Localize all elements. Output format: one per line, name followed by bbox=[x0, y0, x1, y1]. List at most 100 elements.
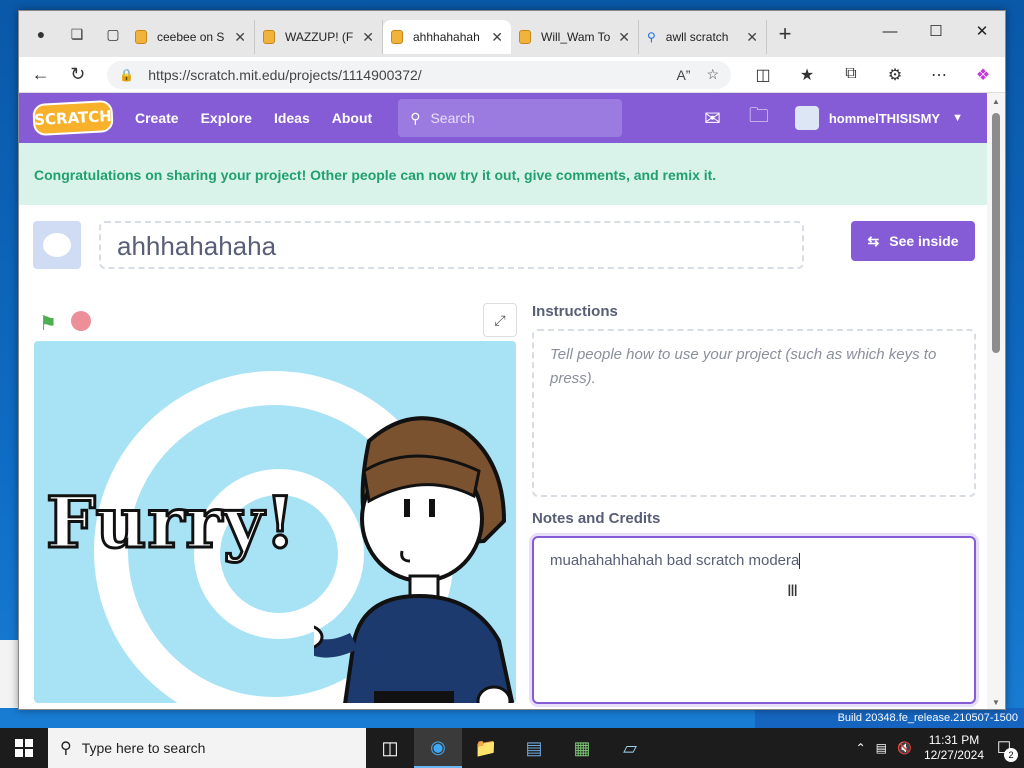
browser-toolbar: ◫ ★ ⧉ ⚙ ⋯ ❖ bbox=[741, 65, 1005, 85]
remix-arrows-icon: ⇆ bbox=[867, 232, 880, 249]
close-tab-icon[interactable]: ✕ bbox=[234, 29, 246, 46]
tab-will-wam[interactable]: Will_Wam To ✕ bbox=[511, 20, 639, 54]
tab-title: WAZZUP! (F bbox=[285, 30, 354, 44]
tab-ahhhahahah[interactable]: ahhhahahah ✕ bbox=[383, 20, 511, 54]
favorites-icon[interactable]: ★ bbox=[785, 65, 829, 85]
edge-browser-icon[interactable]: ◉ bbox=[414, 728, 462, 768]
taskbar: ⚲ Type here to search ◫ ◉ 📁 ▤ ▦ ▱ ⌃ ▤ 🔇 … bbox=[0, 728, 1024, 768]
file-explorer-icon[interactable]: 📁 bbox=[462, 728, 510, 768]
tab-wazzup[interactable]: WAZZUP! (F ✕ bbox=[255, 20, 383, 54]
tab-title: ahhhahahah bbox=[413, 30, 480, 44]
see-inside-button[interactable]: ⇆ See inside bbox=[851, 221, 975, 261]
clock-time: 11:31 PM bbox=[928, 733, 980, 747]
text-cursor-icon: Ⅲ bbox=[787, 583, 799, 600]
username[interactable]: hommelTHISISMY bbox=[829, 111, 940, 126]
nav-ideas[interactable]: Ideas bbox=[274, 110, 310, 126]
chevron-up-icon[interactable]: ⌃ bbox=[856, 741, 866, 755]
nav-about[interactable]: About bbox=[332, 110, 372, 126]
back-icon[interactable]: ← bbox=[25, 59, 56, 91]
lock-icon[interactable]: 🔒 bbox=[119, 68, 134, 82]
scroll-up-icon[interactable]: ▲ bbox=[992, 97, 1000, 106]
url-field[interactable]: 🔒 https://scratch.mit.edu/projects/11149… bbox=[107, 60, 731, 89]
desktop-window-edge bbox=[0, 640, 18, 708]
powershell-icon[interactable]: ▱ bbox=[606, 728, 654, 768]
search-icon: ⚲ bbox=[410, 109, 421, 126]
notes-credits-textarea[interactable]: muahahahhahah bad scratch modera bbox=[532, 536, 976, 704]
messages-icon[interactable]: ✉ bbox=[704, 106, 721, 131]
server-manager-icon[interactable]: ▤ bbox=[510, 728, 558, 768]
extensions-icon[interactable]: ⚙ bbox=[873, 65, 917, 85]
page-scrollbar[interactable]: ▲ ▼ bbox=[987, 93, 1005, 709]
search-favicon-icon: ⚲ bbox=[647, 30, 656, 44]
scratch-favicon-icon bbox=[135, 30, 147, 44]
fullscreen-icon[interactable]: ⤢ bbox=[483, 303, 517, 337]
split-screen-icon[interactable]: ◫ bbox=[741, 65, 785, 85]
task-view-icon[interactable]: ◫ bbox=[366, 728, 414, 768]
tab-title: Will_Wam To bbox=[541, 30, 611, 44]
scratch-favicon-icon bbox=[391, 30, 403, 44]
tab-actions-icon[interactable]: ▢ bbox=[99, 20, 127, 48]
search-placeholder: Search bbox=[430, 110, 475, 126]
my-stuff-folder-icon[interactable]: 🗀 bbox=[749, 101, 769, 135]
scratch-navbar: SCRATCH Create Explore Ideas About ⚲ Sea… bbox=[19, 93, 989, 143]
url-text: https://scratch.mit.edu/projects/1114900… bbox=[148, 66, 422, 83]
character-sprite bbox=[314, 416, 515, 703]
clock-date: 12/27/2024 bbox=[923, 748, 984, 762]
refresh-icon[interactable]: ↻ bbox=[62, 59, 93, 91]
browser-window: ● ❏ ▢ ceebee on S ✕ WAZZUP! (F ✕ ahhhaha… bbox=[18, 10, 1006, 710]
page-viewport: SCRATCH Create Explore Ideas About ⚲ Sea… bbox=[19, 93, 989, 709]
favorite-star-icon[interactable]: ☆ bbox=[706, 66, 719, 83]
maximize-icon[interactable]: ☐ bbox=[913, 11, 959, 51]
clock[interactable]: 11:31 PM 12/27/2024 bbox=[924, 733, 984, 763]
green-flag-icon[interactable]: ⚑ bbox=[39, 311, 61, 335]
user-avatar[interactable] bbox=[794, 106, 819, 130]
profile-icon[interactable]: ● bbox=[27, 20, 55, 48]
scratch-logo[interactable]: SCRATCH bbox=[32, 99, 114, 137]
close-tab-icon[interactable]: ✕ bbox=[618, 29, 630, 46]
close-tab-icon[interactable]: ✕ bbox=[491, 29, 503, 46]
close-window-icon[interactable]: ✕ bbox=[959, 11, 1005, 51]
minimize-icon[interactable]: — bbox=[867, 11, 913, 51]
project-header: ahhhahahaha ⇆ See inside bbox=[19, 205, 989, 285]
build-watermark: Build 20348.fe_release.210507-1500 bbox=[837, 712, 1018, 724]
share-success-banner: Congratulations on sharing your project!… bbox=[19, 143, 989, 205]
workspaces-icon[interactable]: ❏ bbox=[63, 20, 91, 48]
scrollbar-thumb[interactable] bbox=[992, 113, 1000, 353]
scroll-down-icon[interactable]: ▼ bbox=[992, 698, 1000, 707]
instructions-textarea[interactable]: Tell people how to use your project (suc… bbox=[532, 329, 976, 497]
project-title-input[interactable]: ahhhahahaha bbox=[99, 221, 804, 269]
tab-title: ceebee on S bbox=[157, 30, 225, 44]
close-tab-icon[interactable]: ✕ bbox=[746, 29, 758, 46]
stop-icon[interactable] bbox=[71, 311, 91, 331]
instructions-label: Instructions bbox=[532, 303, 618, 320]
scratch-favicon-icon bbox=[263, 30, 275, 44]
window-controls: — ☐ ✕ bbox=[867, 11, 1005, 51]
project-author-avatar[interactable] bbox=[33, 221, 81, 269]
player-controls: ⚑ ⤢ bbox=[39, 303, 517, 339]
network-icon[interactable]: ▤ bbox=[876, 741, 887, 755]
nav-create[interactable]: Create bbox=[135, 110, 179, 126]
more-menu-icon[interactable]: ⋯ bbox=[917, 65, 961, 85]
collections-icon[interactable]: ⧉ bbox=[829, 65, 873, 85]
see-inside-label: See inside bbox=[889, 233, 959, 249]
address-bar: ← ↻ 🔒 https://scratch.mit.edu/projects/1… bbox=[19, 57, 1005, 93]
tab-awll-scratch[interactable]: ⚲ awll scratch ✕ bbox=[639, 20, 767, 54]
search-input[interactable]: ⚲ Search bbox=[398, 99, 623, 137]
project-stage[interactable]: Furry! bbox=[34, 341, 516, 703]
navbar-user-area: ✉ 🗀 hommelTHISISMY ▼ bbox=[676, 101, 963, 135]
network-app-icon[interactable]: ▦ bbox=[558, 728, 606, 768]
notification-center-icon[interactable]: ☐ 2 bbox=[984, 738, 1024, 762]
tab-ceebee[interactable]: ceebee on S ✕ bbox=[127, 20, 255, 54]
scratch-favicon-icon bbox=[519, 30, 531, 44]
nav-explore[interactable]: Explore bbox=[201, 110, 252, 126]
chevron-down-icon[interactable]: ▼ bbox=[952, 112, 963, 124]
read-aloud-icon[interactable]: A” bbox=[676, 67, 690, 83]
copilot-icon[interactable]: ❖ bbox=[961, 65, 1005, 85]
windows-start-icon[interactable] bbox=[0, 728, 48, 768]
close-tab-icon[interactable]: ✕ bbox=[362, 29, 374, 46]
taskbar-search-input[interactable]: ⚲ Type here to search bbox=[48, 728, 366, 768]
volume-muted-icon[interactable]: 🔇 bbox=[897, 741, 912, 755]
new-tab-button[interactable]: + bbox=[767, 21, 803, 47]
taskbar-search-placeholder: Type here to search bbox=[81, 740, 206, 756]
search-icon: ⚲ bbox=[60, 740, 72, 757]
